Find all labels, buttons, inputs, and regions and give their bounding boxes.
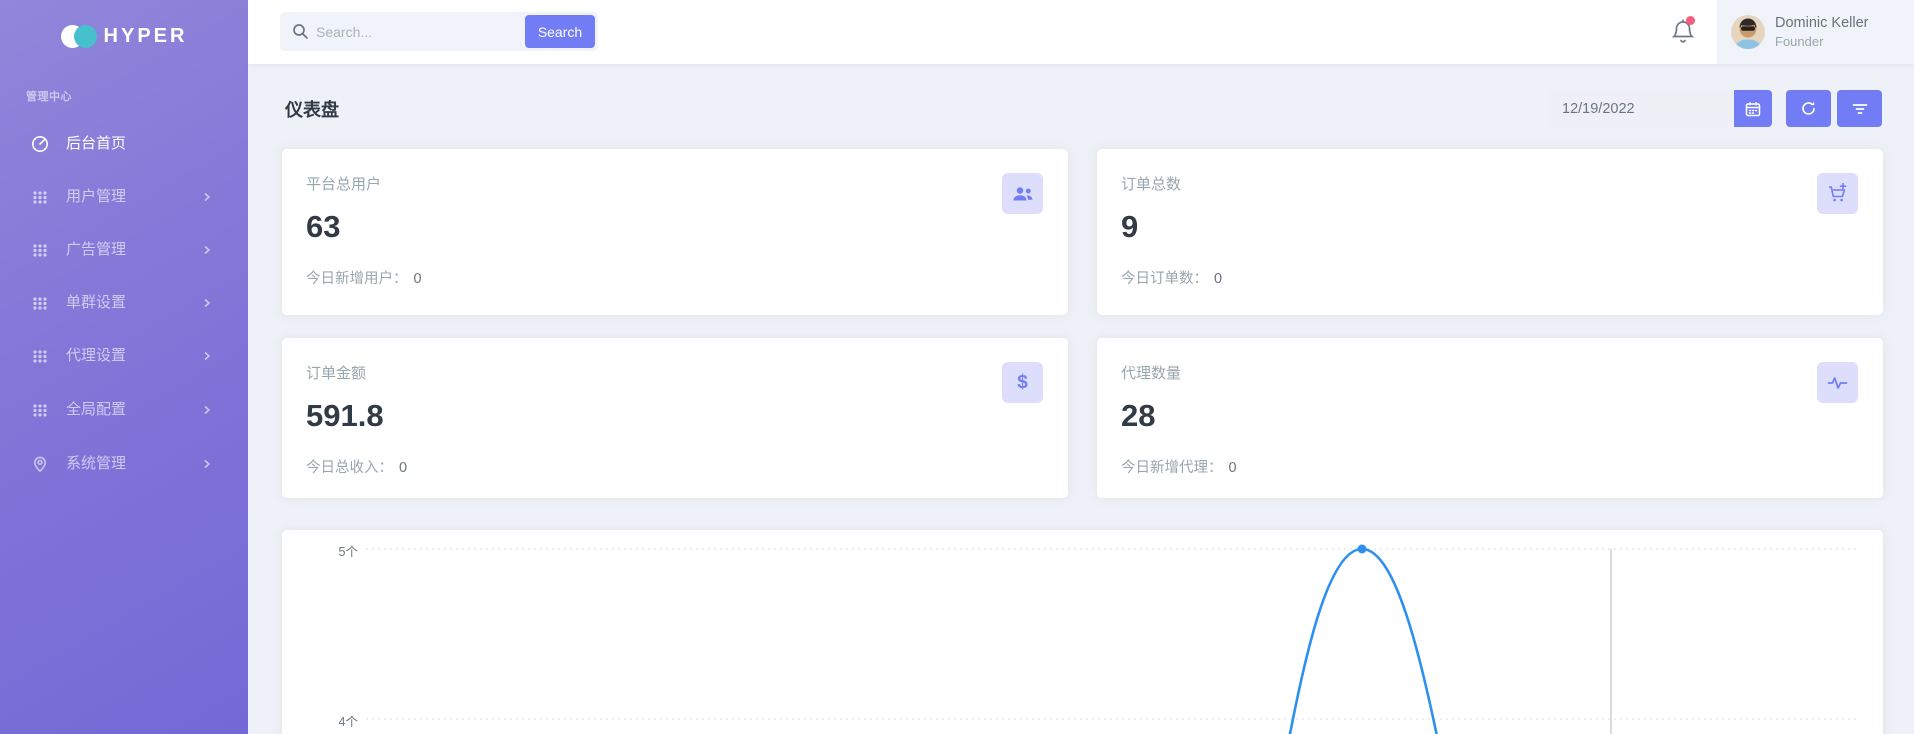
refresh-button[interactable] [1786, 90, 1831, 127]
user-menu[interactable]: Dominic Keller Founder [1717, 0, 1914, 64]
sidebar: HYPER 管理中心 后台首页 用户管理 [0, 0, 248, 734]
stat-footer: 今日总收入：0 [306, 456, 407, 477]
grid-dots-icon [31, 294, 49, 312]
stat-card-total-users: 平台总用户 63 今日新增用户：0 [282, 149, 1068, 315]
stat-value: 591.8 [306, 398, 384, 434]
sidebar-item-label: 代理设置 [66, 347, 126, 365]
chevron-right-icon [200, 296, 214, 310]
unread-dot [1686, 16, 1695, 25]
page-title: 仪表盘 [285, 96, 339, 122]
chevron-right-icon [200, 190, 214, 204]
map-pin-icon [31, 455, 49, 473]
chevron-right-icon [200, 349, 214, 363]
date-input[interactable] [1548, 90, 1734, 127]
search-input[interactable] [316, 12, 516, 51]
stat-card-order-amount: 订单金额 591.8 今日总收入：0 $ [282, 338, 1068, 498]
dollar-icon: $ [1002, 362, 1043, 403]
sidebar-item-agent-settings[interactable]: 代理设置 [0, 336, 248, 376]
chevron-right-icon [200, 457, 214, 471]
sidebar-item-user-management[interactable]: 用户管理 [0, 177, 248, 217]
grid-dots-icon [31, 401, 49, 419]
chart-line-series [1285, 549, 1442, 734]
stat-card-total-orders: 订单总数 9 今日订单数：0 [1097, 149, 1883, 315]
sidebar-item-label: 广告管理 [66, 241, 126, 259]
y-axis-tick: 5个 [312, 541, 358, 560]
line-chart[interactable] [282, 530, 1883, 734]
avatar [1731, 15, 1765, 49]
chevron-right-icon [200, 403, 214, 417]
cart-plus-icon [1817, 173, 1858, 214]
stat-value: 28 [1121, 398, 1155, 434]
activity-icon [1817, 362, 1858, 403]
search-box: Search [280, 12, 598, 51]
stat-footer: 今日新增代理：0 [1121, 456, 1237, 477]
stat-footer: 今日新增用户：0 [306, 267, 422, 288]
user-role: Founder [1775, 34, 1823, 49]
search-icon [292, 23, 309, 40]
notifications-bell-icon[interactable] [1670, 18, 1696, 46]
logo-text: HYPER [104, 25, 188, 48]
topbar: Search Dominic Keller Founder [248, 0, 1914, 64]
grid-dots-icon [31, 241, 49, 259]
users-icon [1002, 173, 1043, 214]
logo[interactable]: HYPER [0, 18, 248, 54]
speedometer-icon [31, 135, 49, 153]
stat-value: 63 [306, 209, 340, 245]
sidebar-item-label: 后台首页 [66, 135, 126, 153]
sidebar-item-global-config[interactable]: 全局配置 [0, 390, 248, 430]
stat-label: 订单金额 [306, 362, 366, 383]
stat-value: 9 [1121, 209, 1138, 245]
chart-peak-marker [1358, 545, 1367, 554]
stat-label: 平台总用户 [306, 173, 381, 194]
date-picker-group [1548, 90, 1772, 127]
line-chart-card: 5个 4个 [282, 530, 1883, 734]
grid-dots-icon [31, 188, 49, 206]
app-frame: HYPER 管理中心 后台首页 用户管理 [0, 0, 1914, 734]
sidebar-item-system-management[interactable]: 系统管理 [0, 444, 248, 484]
sidebar-item-label: 系统管理 [66, 455, 126, 473]
sidebar-item-label: 用户管理 [66, 188, 126, 206]
sidebar-item-group-settings[interactable]: 单群设置 [0, 283, 248, 323]
sidebar-section-label: 管理中心 [26, 88, 72, 104]
chevron-right-icon [200, 243, 214, 257]
y-axis-tick: 4个 [312, 711, 358, 730]
logo-icon [61, 25, 95, 48]
sidebar-item-label: 全局配置 [66, 401, 126, 419]
filter-button[interactable] [1837, 90, 1882, 127]
sidebar-item-dashboard[interactable]: 后台首页 [0, 124, 248, 164]
sidebar-item-ad-management[interactable]: 广告管理 [0, 230, 248, 270]
user-name: Dominic Keller [1775, 15, 1868, 31]
stat-footer: 今日订单数：0 [1121, 267, 1222, 288]
calendar-icon[interactable] [1734, 90, 1772, 127]
sidebar-item-label: 单群设置 [66, 294, 126, 312]
grid-dots-icon [31, 347, 49, 365]
stat-card-agent-count: 代理数量 28 今日新增代理：0 [1097, 338, 1883, 498]
stat-label: 代理数量 [1121, 362, 1181, 383]
stat-label: 订单总数 [1121, 173, 1181, 194]
search-button[interactable]: Search [525, 15, 595, 48]
